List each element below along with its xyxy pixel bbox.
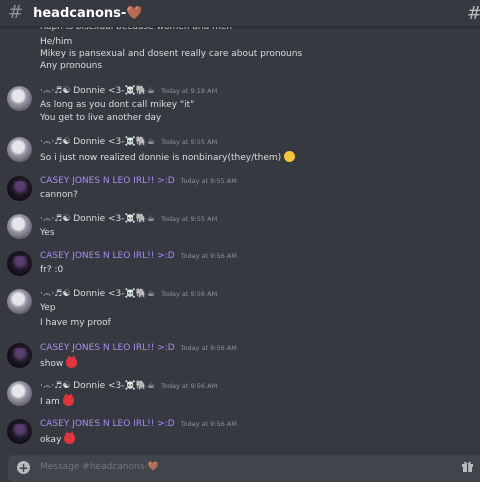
channel-name[interactable]: headcanons-🤎 bbox=[33, 6, 142, 21]
timestamp: Today at 9:56 AM bbox=[161, 382, 218, 390]
message-text-content: So i just now realized donnie is nonbina… bbox=[40, 153, 282, 163]
timestamp: Today at 9:56 AM bbox=[180, 252, 237, 260]
threads-icon[interactable]: # bbox=[467, 3, 480, 24]
username[interactable]: CASEY JONES N LEO IRL!! >:D bbox=[40, 343, 175, 353]
username[interactable]: CASEY JONES N LEO IRL!! >:D bbox=[40, 419, 175, 429]
timestamp: Today at 9:56 AM bbox=[180, 420, 237, 428]
timestamp: Today at 9:56 AM bbox=[180, 344, 237, 352]
gift-icon[interactable] bbox=[461, 460, 474, 472]
avatar[interactable] bbox=[7, 86, 32, 111]
ogre-emoji-icon bbox=[66, 355, 78, 368]
message-text: You get to live another day bbox=[40, 113, 162, 123]
message-text: I am bbox=[40, 393, 74, 407]
message-text: show bbox=[40, 355, 78, 369]
message-text: I have my proof bbox=[40, 318, 111, 328]
message-text: As long as you dont call mikey "it" bbox=[40, 100, 195, 110]
message-line: He/him bbox=[40, 37, 73, 47]
message-text: Yep bbox=[40, 303, 56, 313]
username[interactable]: ·෴·♬☯ Donnie <3-☠️🐘☕ bbox=[40, 214, 155, 224]
message-line: Mikey is pansexual and dosent really car… bbox=[40, 49, 303, 59]
message-text: So i just now realized donnie is nonbina… bbox=[40, 151, 296, 163]
message-text-content: okay bbox=[40, 435, 62, 445]
ogre-emoji-icon bbox=[64, 431, 76, 444]
avatar[interactable] bbox=[7, 176, 32, 201]
avatar[interactable] bbox=[7, 419, 32, 444]
avatar[interactable] bbox=[7, 137, 32, 162]
message-text: okay bbox=[40, 431, 76, 445]
avatar[interactable] bbox=[7, 289, 32, 314]
timestamp: Today at 9:56 AM bbox=[161, 290, 218, 298]
timestamp: Today at 9:19 AM bbox=[161, 87, 218, 95]
message-list[interactable]: Raph is bisexual because women and men H… bbox=[0, 20, 480, 450]
ogre-emoji-icon bbox=[62, 393, 74, 406]
username[interactable]: CASEY JONES N LEO IRL!! >:D bbox=[40, 176, 175, 186]
plus-icon[interactable]: + bbox=[17, 461, 30, 474]
message-text: fr? :0 bbox=[40, 265, 64, 275]
worried-face-emoji-icon bbox=[284, 151, 296, 162]
avatar[interactable] bbox=[7, 343, 32, 368]
channel-header: # headcanons-🤎 # bbox=[0, 0, 480, 27]
username[interactable]: ·෴·♬☯ Donnie <3-☠️🐘☕ bbox=[40, 289, 155, 299]
username[interactable]: ·෴·♬☯ Donnie <3-☠️🐘☕ bbox=[40, 381, 155, 391]
avatar[interactable] bbox=[7, 214, 32, 239]
avatar[interactable] bbox=[7, 381, 32, 406]
message-text-content: I am bbox=[40, 397, 60, 407]
timestamp: Today at 9:55 AM bbox=[180, 177, 237, 185]
timestamp: Today at 9:55 AM bbox=[161, 138, 218, 146]
message-text-content: show bbox=[40, 359, 64, 369]
username[interactable]: ·෴·♬☯ Donnie <3-☠️🐘☕ bbox=[40, 137, 155, 147]
message-input[interactable]: Message #headcanons-🤎 bbox=[40, 462, 159, 472]
username[interactable]: ·෴·♬☯ Donnie <3-☠️🐘☕ bbox=[40, 86, 155, 96]
timestamp: Today at 9:55 AM bbox=[161, 215, 218, 223]
message-text: Yes bbox=[40, 228, 55, 238]
message-text: cannon? bbox=[40, 190, 78, 200]
message-line: Any pronouns bbox=[40, 61, 103, 71]
username[interactable]: CASEY JONES N LEO IRL!! >:D bbox=[40, 251, 175, 261]
hashtag-icon: # bbox=[8, 2, 24, 23]
message-composer[interactable]: + Message #headcanons-🤎 bbox=[8, 455, 480, 482]
avatar[interactable] bbox=[7, 251, 32, 276]
